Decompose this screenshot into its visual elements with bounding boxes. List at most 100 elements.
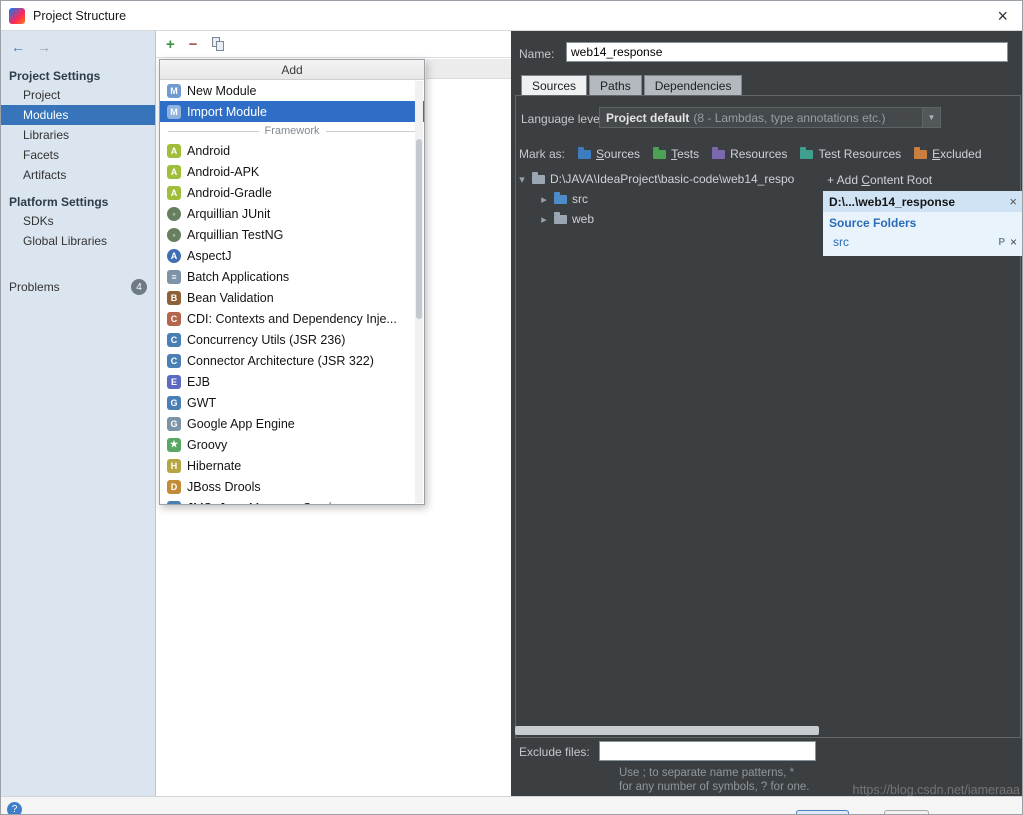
sidebar-item-modules[interactable]: Modules	[1, 105, 155, 125]
menu-item-bean-validation[interactable]: B Bean Validation	[160, 287, 424, 308]
android-gradle-icon: A	[167, 186, 181, 200]
popup-scrollbar[interactable]	[415, 81, 423, 503]
new-module-icon: M	[167, 84, 181, 98]
modules-toolbar: + −	[156, 31, 511, 58]
tab-paths[interactable]: Paths	[589, 75, 642, 96]
exclude-files-input[interactable]	[599, 741, 816, 761]
package-prefix-icon[interactable]: P	[998, 237, 1005, 248]
menu-item-connector-architecture[interactable]: C Connector Architecture (JSR 322)	[160, 350, 424, 371]
remove-folder-icon[interactable]: ×	[1010, 235, 1017, 249]
popup-title: Add	[160, 60, 424, 80]
close-icon[interactable]: ×	[991, 7, 1014, 25]
sidebar-item-artifacts[interactable]: Artifacts	[1, 165, 155, 185]
menu-item-cdi[interactable]: C CDI: Contexts and Dependency Inje...	[160, 308, 424, 329]
tree-root-row[interactable]: ▾ D:\JAVA\IdeaProject\basic-code\web14_r…	[515, 169, 819, 189]
remove-icon[interactable]: −	[189, 37, 198, 52]
mark-test-resources-button[interactable]: Test Resources	[800, 147, 901, 161]
content-root-item[interactable]: D:\...\web14_response ×	[823, 191, 1022, 212]
sidebar-item-libraries[interactable]: Libraries	[1, 125, 155, 145]
mark-tests-button[interactable]: Tests	[653, 147, 699, 161]
cancel-button[interactable]	[884, 810, 929, 815]
menu-item-ejb[interactable]: E EJB	[160, 371, 424, 392]
menu-item-batch-applications[interactable]: ≡ Batch Applications	[160, 266, 424, 287]
cdi-icon: C	[167, 312, 181, 326]
concurrency-utils-icon: C	[167, 333, 181, 347]
jboss-drools-icon: D	[167, 480, 181, 494]
menu-item-android-gradle[interactable]: A Android-Gradle	[160, 182, 424, 203]
arquillian-testng-icon: ◦	[167, 228, 181, 242]
resources-folder-icon	[712, 150, 725, 159]
dialog-bottom-bar: ?	[1, 796, 1023, 815]
menu-item-arquillian-junit[interactable]: ◦ Arquillian JUnit	[160, 203, 424, 224]
menu-item-android-apk[interactable]: A Android-APK	[160, 161, 424, 182]
remove-root-icon[interactable]: ×	[1009, 194, 1017, 209]
menu-item-concurrency-utils[interactable]: C Concurrency Utils (JSR 236)	[160, 329, 424, 350]
sidebar-item-facets[interactable]: Facets	[1, 145, 155, 165]
menu-item-label: New Module	[187, 84, 256, 98]
gwt-icon: G	[167, 396, 181, 410]
menu-item-gwt[interactable]: G GWT	[160, 392, 424, 413]
menu-item-groovy[interactable]: ★ Groovy	[160, 434, 424, 455]
window-title: Project Structure	[33, 9, 126, 23]
menu-item-label: Arquillian JUnit	[187, 207, 270, 221]
tree-node-label: web	[572, 212, 594, 226]
horizontal-scrollbar[interactable]	[515, 726, 819, 735]
menu-item-import-module[interactable]: M Import Module	[160, 101, 424, 122]
source-folder-item[interactable]: src P ×	[823, 232, 1022, 252]
menu-item-label: Concurrency Utils (JSR 236)	[187, 333, 345, 347]
menu-item-google-app-engine[interactable]: G Google App Engine	[160, 413, 424, 434]
excluded-folder-icon	[914, 150, 927, 159]
sidebar: ← → Project Settings Project Modules Lib…	[1, 31, 156, 796]
modules-list-panel: + − Add M New Module M Import Module Fra…	[156, 31, 511, 796]
back-icon[interactable]: ←	[11, 39, 25, 55]
tree-row-web[interactable]: ▸ web	[515, 209, 819, 229]
menu-item-jms[interactable]: J JMS: Java Message Service	[160, 497, 424, 504]
help-icon[interactable]: ?	[7, 802, 22, 815]
menu-item-label: JBoss Drools	[187, 480, 261, 494]
tab-sources[interactable]: Sources	[521, 75, 587, 96]
popup-scrollbar-thumb[interactable]	[416, 139, 422, 319]
history-nav: ← →	[1, 31, 155, 59]
chevron-right-icon[interactable]: ▸	[539, 213, 549, 226]
src-folder-icon	[554, 195, 567, 204]
source-folders-header: Source Folders	[823, 212, 1022, 232]
ok-button[interactable]	[796, 810, 849, 815]
mark-excluded-button[interactable]: Excluded	[914, 147, 981, 161]
content-roots-panel: + Add Content Root D:\...\web14_response…	[823, 169, 1022, 256]
add-icon[interactable]: +	[166, 37, 175, 52]
sidebar-item-sdks[interactable]: SDKs	[1, 211, 155, 231]
project-settings-header: Project Settings	[1, 67, 155, 85]
tab-dependencies[interactable]: Dependencies	[644, 75, 743, 96]
arquillian-junit-icon: ◦	[167, 207, 181, 221]
menu-item-hibernate[interactable]: H Hibernate	[160, 455, 424, 476]
exclude-hint-line2: for any number of symbols, ? for one.	[619, 781, 809, 793]
exclude-hint-line1: Use ; to separate name patterns, *	[619, 767, 794, 779]
framework-separator-label: Framework	[265, 125, 320, 137]
menu-item-android[interactable]: A Android	[160, 140, 424, 161]
batch-applications-icon: ≡	[167, 270, 181, 284]
menu-item-arquillian-testng[interactable]: ◦ Arquillian TestNG	[160, 224, 424, 245]
mark-sources-button[interactable]: Sources	[578, 147, 640, 161]
forward-icon[interactable]: →	[37, 39, 51, 55]
copy-icon[interactable]	[212, 37, 225, 52]
test-resources-folder-icon	[800, 150, 813, 159]
sidebar-item-project[interactable]: Project	[1, 85, 155, 105]
sidebar-item-global-libraries[interactable]: Global Libraries	[1, 231, 155, 251]
menu-item-new-module[interactable]: M New Module	[160, 80, 424, 101]
add-content-root-button[interactable]: + Add Content Root	[823, 169, 1022, 191]
language-level-select[interactable]: Project default (8 - Lambdas, type annot…	[599, 107, 941, 128]
tree-row-src[interactable]: ▸ src	[515, 189, 819, 209]
language-level-detail: (8 - Lambdas, type annotations etc.)	[693, 111, 885, 125]
chevron-right-icon[interactable]: ▸	[539, 193, 549, 206]
menu-item-jboss-drools[interactable]: D JBoss Drools	[160, 476, 424, 497]
chevron-down-icon: ▼	[922, 108, 940, 127]
mark-resources-button[interactable]: Resources	[712, 147, 787, 161]
sidebar-item-problems[interactable]: Problems 4	[1, 277, 155, 297]
module-settings-panel: Name: Sources Paths Dependencies Languag…	[511, 31, 1023, 796]
menu-item-label: GWT	[187, 396, 216, 410]
problems-label: Problems	[9, 280, 60, 294]
menu-item-label: CDI: Contexts and Dependency Inje...	[187, 312, 397, 326]
menu-item-aspectj[interactable]: A AspectJ	[160, 245, 424, 266]
module-name-input[interactable]	[566, 42, 1008, 62]
chevron-expanded-icon[interactable]: ▾	[517, 173, 527, 186]
